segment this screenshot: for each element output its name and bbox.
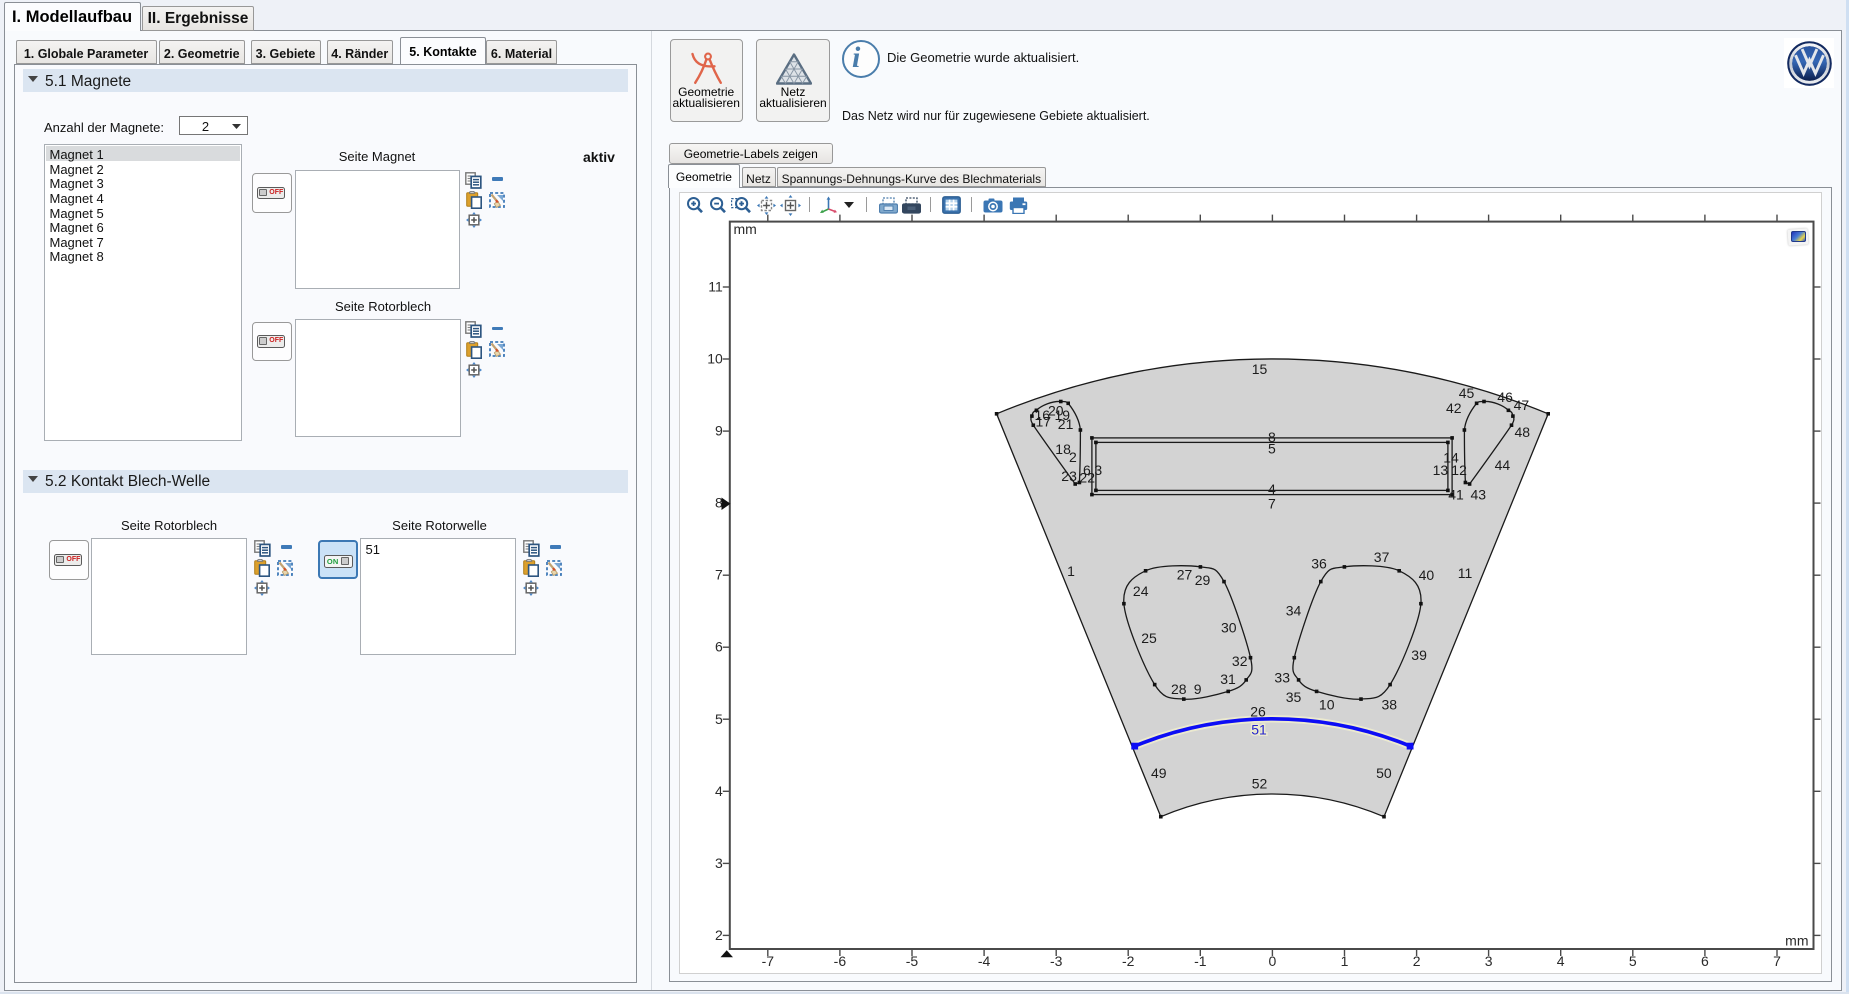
svg-text:23: 23 [1061, 468, 1077, 484]
svg-text:3: 3 [1094, 462, 1102, 478]
svg-text:30: 30 [1221, 620, 1237, 636]
svg-text:mm: mm [1785, 933, 1808, 949]
svg-text:42: 42 [1446, 400, 1462, 416]
svg-text:11: 11 [1458, 565, 1473, 581]
svg-text:44: 44 [1495, 457, 1511, 473]
svg-text:7: 7 [1268, 496, 1276, 512]
svg-text:-5: -5 [906, 953, 919, 969]
svg-text:4: 4 [715, 783, 723, 799]
svg-text:2: 2 [1069, 449, 1077, 465]
svg-text:-4: -4 [978, 953, 991, 969]
svg-text:22: 22 [1079, 470, 1095, 486]
svg-text:2: 2 [1413, 953, 1421, 969]
svg-text:17: 17 [1036, 413, 1052, 429]
svg-text:15: 15 [1252, 361, 1268, 377]
svg-text:-7: -7 [762, 953, 775, 969]
svg-text:40: 40 [1419, 567, 1435, 583]
svg-text:41: 41 [1448, 487, 1464, 503]
svg-text:28: 28 [1171, 681, 1187, 697]
svg-text:24: 24 [1133, 583, 1149, 599]
svg-text:25: 25 [1141, 630, 1157, 646]
svg-text:7: 7 [1773, 953, 1781, 969]
svg-text:13: 13 [1433, 462, 1449, 478]
svg-text:6: 6 [715, 639, 723, 655]
svg-text:12: 12 [1451, 462, 1467, 478]
svg-text:50: 50 [1376, 765, 1392, 781]
svg-text:1: 1 [1067, 563, 1075, 579]
svg-text:38: 38 [1382, 697, 1398, 713]
svg-text:39: 39 [1411, 647, 1427, 663]
svg-text:29: 29 [1195, 572, 1211, 588]
svg-text:26: 26 [1250, 704, 1266, 720]
svg-text:3: 3 [715, 855, 723, 871]
svg-text:-2: -2 [1122, 953, 1135, 969]
svg-text:47: 47 [1514, 397, 1530, 413]
svg-text:37: 37 [1374, 549, 1390, 565]
svg-text:5: 5 [1268, 441, 1276, 457]
svg-text:31: 31 [1220, 671, 1236, 687]
svg-text:-1: -1 [1194, 953, 1207, 969]
svg-text:4: 4 [1557, 953, 1565, 969]
svg-text:9: 9 [715, 423, 723, 439]
svg-text:10: 10 [707, 351, 723, 367]
svg-text:32: 32 [1232, 653, 1248, 669]
svg-text:27: 27 [1177, 567, 1193, 583]
svg-text:36: 36 [1311, 556, 1327, 572]
svg-text:46: 46 [1497, 389, 1513, 405]
svg-text:52: 52 [1252, 775, 1268, 791]
svg-text:6: 6 [1701, 953, 1709, 969]
svg-text:21: 21 [1058, 416, 1074, 432]
svg-text:0: 0 [1269, 953, 1277, 969]
svg-text:9: 9 [1194, 681, 1202, 697]
svg-text:5: 5 [1629, 953, 1637, 969]
svg-text:43: 43 [1471, 487, 1487, 503]
svg-text:5: 5 [715, 711, 723, 727]
svg-text:45: 45 [1459, 385, 1475, 401]
svg-text:33: 33 [1274, 669, 1290, 685]
svg-text:mm: mm [734, 221, 757, 237]
svg-text:35: 35 [1286, 689, 1302, 705]
svg-text:2: 2 [715, 927, 723, 943]
svg-text:-3: -3 [1050, 953, 1063, 969]
svg-text:3: 3 [1485, 953, 1493, 969]
svg-text:7: 7 [715, 567, 723, 583]
svg-text:10: 10 [1319, 697, 1335, 713]
svg-text:1: 1 [1341, 953, 1349, 969]
svg-text:11: 11 [708, 279, 723, 295]
svg-text:48: 48 [1515, 424, 1531, 440]
svg-text:49: 49 [1151, 765, 1167, 781]
svg-text:51: 51 [1251, 722, 1267, 738]
svg-text:34: 34 [1286, 603, 1302, 619]
svg-text:-6: -6 [834, 953, 847, 969]
